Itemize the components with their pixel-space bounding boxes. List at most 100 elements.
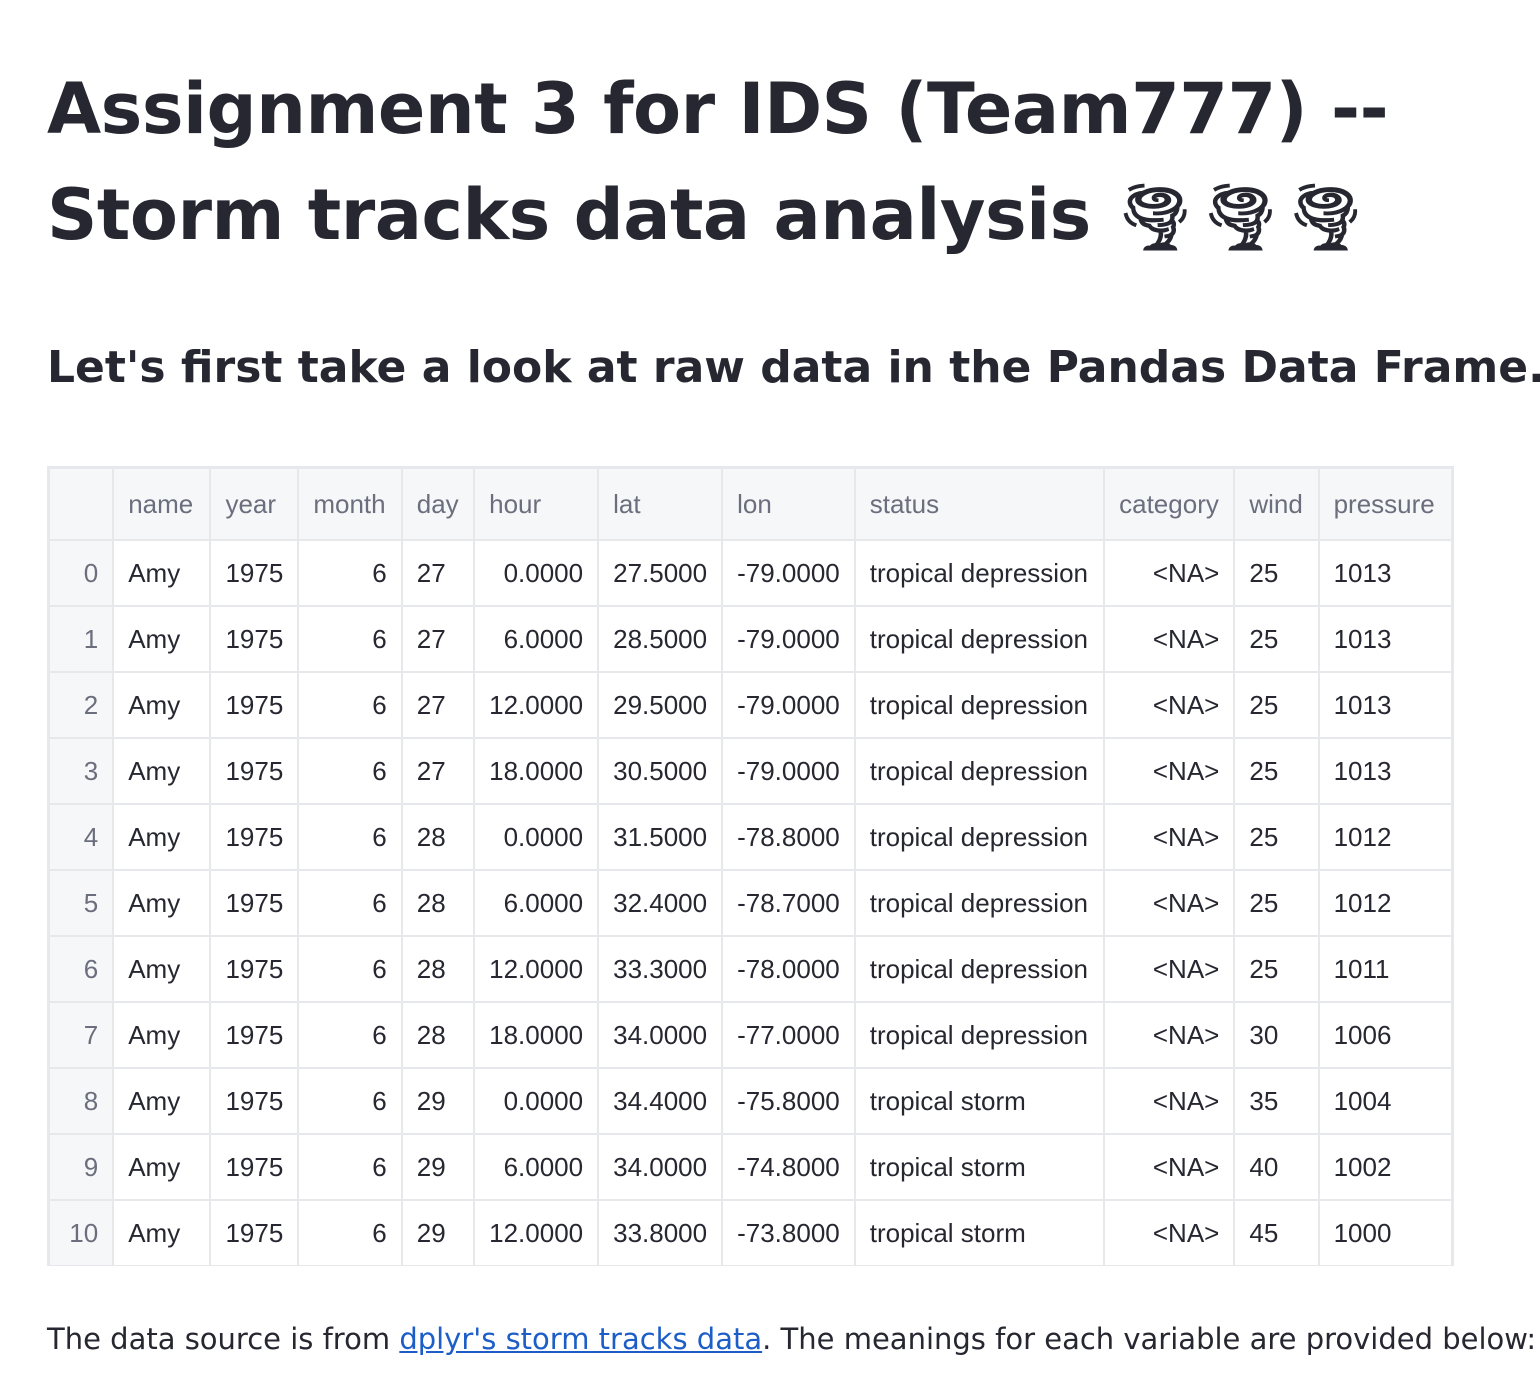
- cell-lon[interactable]: -79.0000: [721, 737, 856, 805]
- cell-status[interactable]: tropical storm: [853, 1199, 1106, 1265]
- table-row[interactable]: 10 Amy 1975 6 29 12.0000 33.8000 -73.8000 tropic…: [48, 1199, 1453, 1265]
- data-source-link[interactable]: dplyr's storm tracks data: [399, 1322, 762, 1356]
- cell-lat[interactable]: 34.4000: [597, 1067, 724, 1135]
- cell-hour[interactable]: 18.0000: [473, 1001, 600, 1069]
- column-header-day[interactable]: day: [400, 467, 476, 541]
- cell-year[interactable]: 1975: [209, 935, 300, 1003]
- cell-hour[interactable]: 12.0000: [473, 1199, 600, 1265]
- cell-status[interactable]: tropical depression: [853, 671, 1106, 739]
- cell-year[interactable]: 1975: [209, 539, 300, 607]
- cell-hour[interactable]: 0.0000: [473, 539, 600, 607]
- cell-hour[interactable]: 18.0000: [473, 737, 600, 805]
- cell-name[interactable]: Amy: [112, 1067, 212, 1135]
- column-header-category[interactable]: category: [1103, 467, 1236, 541]
- cell-lat[interactable]: 27.5000: [597, 539, 724, 607]
- column-header-wind[interactable]: wind: [1233, 467, 1320, 541]
- cell-hour[interactable]: 6.0000: [473, 605, 600, 673]
- cell-hour[interactable]: 12.0000: [473, 935, 600, 1003]
- cell-pressure[interactable]: 1004: [1317, 1067, 1453, 1135]
- cell-lat[interactable]: 33.3000: [597, 935, 724, 1003]
- cell-month[interactable]: 6: [297, 737, 403, 805]
- column-header-lon[interactable]: lon: [721, 467, 856, 541]
- cell-name[interactable]: Amy: [112, 737, 212, 805]
- cell-status[interactable]: tropical depression: [853, 935, 1106, 1003]
- cell-year[interactable]: 1975: [209, 1199, 300, 1265]
- cell-name[interactable]: Amy: [112, 539, 212, 607]
- cell-year[interactable]: 1975: [209, 869, 300, 937]
- table-row[interactable]: 6 Amy 1975 6 28 12.0000 33.3000 -78.0000 tropica…: [48, 935, 1453, 1003]
- cell-hour[interactable]: 12.0000: [473, 671, 600, 739]
- cell-day[interactable]: 27: [400, 605, 476, 673]
- cell-wind[interactable]: 45: [1233, 1199, 1320, 1265]
- cell-pressure[interactable]: 1006: [1317, 1001, 1453, 1069]
- cell-day[interactable]: 27: [400, 539, 476, 607]
- cell-status[interactable]: tropical depression: [853, 539, 1106, 607]
- cell-lon[interactable]: -79.0000: [721, 539, 856, 607]
- cell-status[interactable]: tropical depression: [853, 605, 1106, 673]
- cell-lon[interactable]: -74.8000: [721, 1133, 856, 1201]
- cell-month[interactable]: 6: [297, 935, 403, 1003]
- cell-name[interactable]: Amy: [112, 1001, 212, 1069]
- cell-day[interactable]: 28: [400, 803, 476, 871]
- cell-category[interactable]: <NA>: [1103, 605, 1236, 673]
- table-row[interactable]: 5 Amy 1975 6 28 6.0000 32.4000 -78.7000 tropical…: [48, 869, 1453, 937]
- cell-status[interactable]: tropical storm: [853, 1133, 1106, 1201]
- table-row[interactable]: 2 Amy 1975 6 27 12.0000 29.5000 -79.0000 tropica…: [48, 671, 1453, 739]
- cell-name[interactable]: Amy: [112, 671, 212, 739]
- cell-category[interactable]: <NA>: [1103, 671, 1236, 739]
- cell-status[interactable]: tropical depression: [853, 803, 1106, 871]
- cell-pressure[interactable]: 1000: [1317, 1199, 1453, 1265]
- cell-status[interactable]: tropical depression: [853, 737, 1106, 805]
- cell-category[interactable]: <NA>: [1103, 539, 1236, 607]
- cell-wind[interactable]: 25: [1233, 869, 1320, 937]
- cell-year[interactable]: 1975: [209, 737, 300, 805]
- cell-year[interactable]: 1975: [209, 1133, 300, 1201]
- cell-category[interactable]: <NA>: [1103, 737, 1236, 805]
- column-header-pressure[interactable]: pressure: [1317, 467, 1453, 541]
- table-row[interactable]: 9 Amy 1975 6 29 6.0000 34.0000 -74.8000 tropical…: [48, 1133, 1453, 1201]
- cell-lon[interactable]: -78.7000: [721, 869, 856, 937]
- cell-day[interactable]: 28: [400, 1001, 476, 1069]
- cell-status[interactable]: tropical depression: [853, 1001, 1106, 1069]
- table-row[interactable]: 7 Amy 1975 6 28 18.0000 34.0000 -77.0000 tropica…: [48, 1001, 1453, 1069]
- cell-lon[interactable]: -78.0000: [721, 935, 856, 1003]
- table-row[interactable]: 0 Amy 1975 6 27 0.0000 27.5000 -79.0000 tropical…: [48, 539, 1453, 607]
- column-header-lat[interactable]: lat: [597, 467, 724, 541]
- cell-wind[interactable]: 25: [1233, 803, 1320, 871]
- cell-lat[interactable]: 29.5000: [597, 671, 724, 739]
- cell-category[interactable]: <NA>: [1103, 1199, 1236, 1265]
- cell-lon[interactable]: -78.8000: [721, 803, 856, 871]
- cell-lon[interactable]: -75.8000: [721, 1067, 856, 1135]
- cell-pressure[interactable]: 1013: [1317, 737, 1453, 805]
- cell-month[interactable]: 6: [297, 869, 403, 937]
- cell-month[interactable]: 6: [297, 605, 403, 673]
- cell-month[interactable]: 6: [297, 539, 403, 607]
- cell-wind[interactable]: 40: [1233, 1133, 1320, 1201]
- table-row[interactable]: 3 Amy 1975 6 27 18.0000 30.5000 -79.0000 tropica…: [48, 737, 1453, 805]
- cell-category[interactable]: <NA>: [1103, 869, 1236, 937]
- cell-lat[interactable]: 33.8000: [597, 1199, 724, 1265]
- cell-wind[interactable]: 25: [1233, 737, 1320, 805]
- cell-month[interactable]: 6: [297, 1199, 403, 1265]
- cell-month[interactable]: 6: [297, 1001, 403, 1069]
- cell-lon[interactable]: -77.0000: [721, 1001, 856, 1069]
- cell-hour[interactable]: 6.0000: [473, 1133, 600, 1201]
- column-header-hour[interactable]: hour: [473, 467, 600, 541]
- dataframe-viewer[interactable]: name year month day hour lat lon status category…: [47, 466, 1454, 1266]
- cell-month[interactable]: 6: [297, 1067, 403, 1135]
- cell-lat[interactable]: 28.5000: [597, 605, 724, 673]
- cell-day[interactable]: 28: [400, 935, 476, 1003]
- cell-pressure[interactable]: 1013: [1317, 539, 1453, 607]
- cell-year[interactable]: 1975: [209, 1001, 300, 1069]
- cell-year[interactable]: 1975: [209, 803, 300, 871]
- cell-day[interactable]: 28: [400, 869, 476, 937]
- cell-name[interactable]: Amy: [112, 1199, 212, 1265]
- cell-day[interactable]: 29: [400, 1067, 476, 1135]
- column-header-year[interactable]: year: [209, 467, 300, 541]
- cell-wind[interactable]: 35: [1233, 1067, 1320, 1135]
- cell-category[interactable]: <NA>: [1103, 1067, 1236, 1135]
- table-row[interactable]: 1 Amy 1975 6 27 6.0000 28.5000 -79.0000 tropical…: [48, 605, 1453, 673]
- cell-wind[interactable]: 25: [1233, 935, 1320, 1003]
- cell-wind[interactable]: 25: [1233, 605, 1320, 673]
- cell-category[interactable]: <NA>: [1103, 803, 1236, 871]
